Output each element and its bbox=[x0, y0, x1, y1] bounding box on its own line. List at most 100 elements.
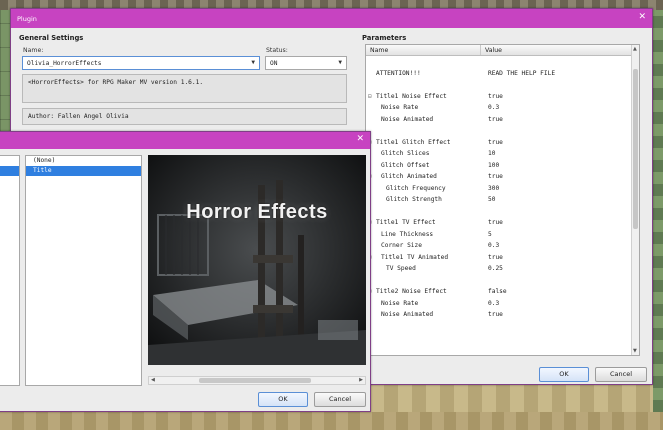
parameter-row[interactable]: Noise Rate 0.3 bbox=[366, 102, 639, 114]
parameter-row[interactable]: ⊟ Title1 Noise Effect true bbox=[366, 91, 639, 103]
parameter-name: Title1 Noise Effect bbox=[376, 92, 447, 100]
preview-title-text: Horror Effects bbox=[186, 201, 328, 223]
parameter-name: Glitch Offset bbox=[381, 161, 430, 169]
folder-list-item[interactable] bbox=[0, 166, 19, 176]
col-name-header[interactable]: Name bbox=[366, 45, 481, 55]
parameter-row[interactable]: Glitch Offset 100 bbox=[366, 160, 639, 172]
folder-list-item[interactable] bbox=[0, 286, 19, 296]
folder-list-item[interactable] bbox=[0, 346, 19, 356]
parameter-name: Line Thickness bbox=[381, 230, 434, 238]
parameter-row[interactable]: ⊟Glitch Animatedtrue bbox=[366, 171, 639, 183]
parameter-row[interactable]: ⊟Title2 Noise Effectfalse bbox=[366, 286, 639, 298]
tree-toggle-icon[interactable]: ⊟ bbox=[368, 91, 372, 103]
window-title: Plugin bbox=[17, 15, 37, 23]
plugin-name-dropdown[interactable]: Olivia_HorrorEffects ▼ bbox=[22, 56, 260, 70]
parameter-name: Glitch Frequency bbox=[386, 184, 446, 192]
author-text: Author: Fallen Angel Olivia bbox=[28, 113, 129, 120]
folder-list[interactable] bbox=[0, 155, 20, 386]
parameter-name: Title2 Noise Effect bbox=[376, 288, 447, 295]
parameter-row[interactable]: ATTENTION!!! READ THE HELP FILE bbox=[366, 68, 639, 80]
parameter-value: true bbox=[488, 311, 503, 318]
file-list-item[interactable]: Title bbox=[26, 166, 141, 176]
parameter-row[interactable]: Glitch Slices 10 bbox=[366, 148, 639, 160]
picker-cancel-button[interactable]: Cancel bbox=[314, 392, 366, 407]
plugin-cancel-button[interactable]: Cancel bbox=[595, 367, 647, 382]
scrollbar-thumb[interactable] bbox=[633, 69, 638, 229]
close-icon[interactable]: ✕ bbox=[356, 135, 364, 144]
parameter-name: Title1 TV Effect bbox=[376, 219, 436, 226]
parameter-name: Glitch Slices bbox=[381, 150, 430, 157]
folder-list-item[interactable] bbox=[0, 206, 19, 216]
scroll-down-icon[interactable]: ▼ bbox=[633, 348, 637, 354]
parameter-row[interactable]: ⊟Title1 TV Animatedtrue bbox=[366, 252, 639, 264]
parameter-row[interactable]: ⊟Title1 Glitch Effecttrue bbox=[366, 137, 639, 149]
parameter-value: true bbox=[488, 219, 503, 226]
parameter-row[interactable]: TV Speed 0.25 bbox=[366, 263, 639, 275]
folder-list-item[interactable] bbox=[0, 156, 19, 166]
folder-list-item[interactable] bbox=[0, 266, 19, 276]
plugin-ok-button[interactable]: OK bbox=[539, 367, 589, 382]
close-icon[interactable]: ✕ bbox=[638, 13, 646, 22]
parameter-name: Noise Rate bbox=[381, 299, 419, 307]
folder-list-item[interactable] bbox=[0, 256, 19, 266]
folder-list-item[interactable] bbox=[0, 296, 19, 306]
folder-list-item[interactable] bbox=[0, 356, 19, 366]
folder-list-item[interactable] bbox=[0, 236, 19, 246]
file-list-item[interactable]: (None) bbox=[26, 156, 141, 166]
folder-list-item[interactable] bbox=[0, 316, 19, 326]
parameter-name: Noise Rate bbox=[381, 104, 419, 111]
folder-list-item[interactable] bbox=[0, 336, 19, 346]
folder-list-item[interactable] bbox=[0, 306, 19, 316]
plugin-description: <HorrorEffects> for RPG Maker MV version… bbox=[22, 74, 347, 103]
parameter-row[interactable] bbox=[366, 56, 639, 68]
parameter-name: ATTENTION!!! bbox=[376, 69, 421, 77]
parameter-name: Noise Animated bbox=[381, 115, 434, 123]
parameter-row[interactable]: ⊟Title1 TV Effecttrue bbox=[366, 217, 639, 229]
scroll-up-icon[interactable]: ▲ bbox=[633, 46, 637, 52]
plugin-author: Author: Fallen Angel Olivia bbox=[22, 108, 347, 125]
parameter-row[interactable]: Noise Animated true bbox=[366, 114, 639, 126]
scroll-left-icon[interactable]: ◀ bbox=[151, 377, 155, 383]
scrollbar-thumb[interactable] bbox=[199, 378, 311, 383]
parameter-row[interactable]: Line Thickness 5 bbox=[366, 229, 639, 241]
parameters-header: Name Value bbox=[366, 45, 639, 56]
folder-list-item[interactable] bbox=[0, 226, 19, 236]
folder-list-item[interactable] bbox=[0, 216, 19, 226]
parameter-value: false bbox=[488, 288, 507, 295]
parameter-row[interactable] bbox=[366, 79, 639, 91]
parameter-name: Glitch Strength bbox=[386, 196, 442, 203]
preview-horizontal-scrollbar[interactable]: ◀ ▶ bbox=[148, 376, 366, 385]
parameter-name: Corner Size bbox=[381, 242, 422, 249]
general-settings-heading: General Settings bbox=[19, 34, 84, 42]
parameter-value: 0.3 bbox=[488, 299, 500, 307]
folder-list-item[interactable] bbox=[0, 176, 19, 186]
folder-list-item[interactable] bbox=[0, 186, 19, 196]
image-picker-titlebar[interactable]: ✕ bbox=[0, 132, 370, 149]
parameter-row[interactable] bbox=[366, 275, 639, 287]
parameters-rows: ATTENTION!!! READ THE HELP FILE ⊟ Title1 No… bbox=[366, 56, 639, 321]
parameter-row[interactable]: Glitch Strength 50 bbox=[366, 194, 639, 206]
folder-list-item[interactable] bbox=[0, 326, 19, 336]
parameter-row[interactable] bbox=[366, 206, 639, 218]
status-dropdown[interactable]: ON ▼ bbox=[265, 56, 347, 70]
parameter-value: true bbox=[488, 253, 503, 261]
parameter-row[interactable]: Glitch Frequency 300 bbox=[366, 183, 639, 195]
parameter-row[interactable]: Noise Animated true bbox=[366, 309, 639, 321]
parameter-value: 0.25 bbox=[488, 265, 503, 272]
folder-list-item[interactable] bbox=[0, 276, 19, 286]
picker-ok-button[interactable]: OK bbox=[258, 392, 308, 407]
folder-list-item[interactable] bbox=[0, 246, 19, 256]
plugin-window-titlebar[interactable]: Plugin ✕ bbox=[11, 9, 652, 28]
parameter-value: 0.3 bbox=[488, 104, 500, 111]
folder-list-item[interactable] bbox=[0, 196, 19, 206]
parameter-row[interactable]: Corner Size 0.3 bbox=[366, 240, 639, 252]
parameter-row[interactable]: Noise Rate 0.3 bbox=[366, 298, 639, 310]
scroll-right-icon[interactable]: ▶ bbox=[359, 377, 363, 383]
map-tiles-right bbox=[653, 10, 663, 412]
parameter-row[interactable] bbox=[366, 125, 639, 137]
parameters-scrollbar[interactable]: ▲ ▼ bbox=[631, 45, 639, 355]
col-value-header[interactable]: Value bbox=[481, 45, 506, 55]
parameters-table[interactable]: Name Value ATTENTION!!! READ THE HELP FIL… bbox=[365, 44, 640, 356]
file-list[interactable]: (None) Title bbox=[25, 155, 142, 386]
name-label: Name: bbox=[23, 47, 44, 54]
